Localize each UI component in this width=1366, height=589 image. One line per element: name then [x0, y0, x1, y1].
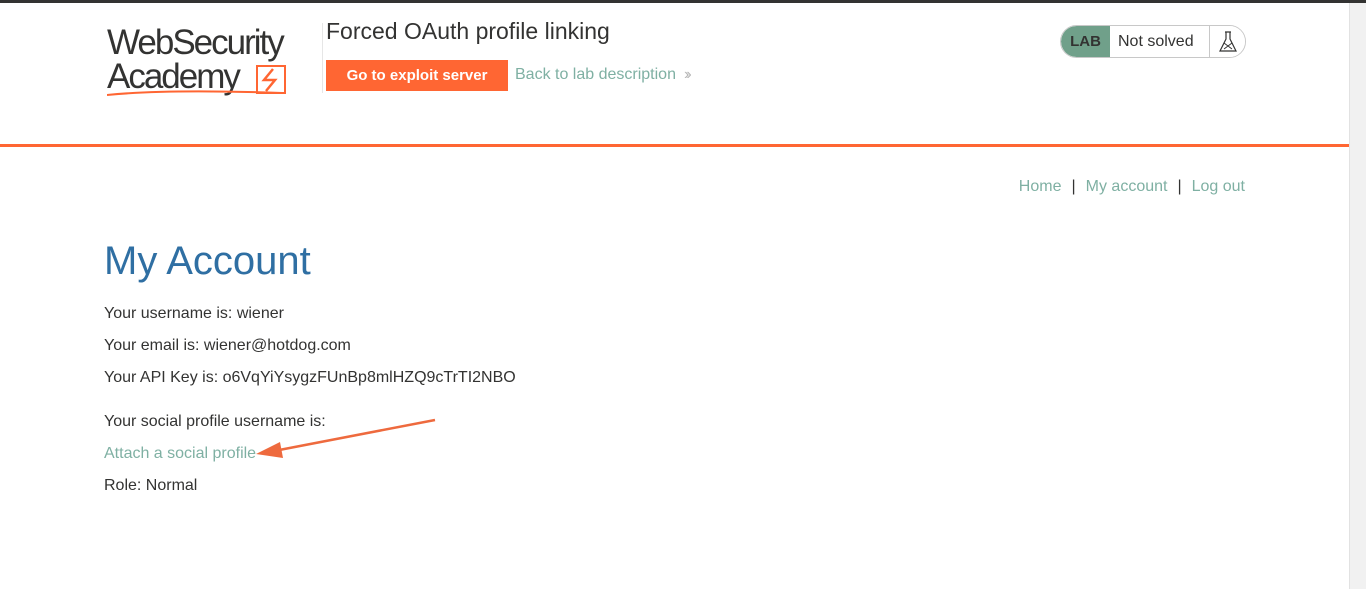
header: WebSecurity Academy Forced OAuth profile… [0, 3, 1349, 145]
lab-badge: LAB [1061, 26, 1110, 57]
username-info: Your username is: wiener [104, 305, 284, 322]
double-chevron-right-icon: ›› [683, 66, 691, 83]
nav-home-link[interactable]: Home [1019, 178, 1062, 196]
header-divider [322, 23, 323, 93]
flask-icon [1209, 26, 1245, 57]
page-title: My Account [104, 239, 311, 283]
header-orange-rule [0, 144, 1349, 147]
logo[interactable]: WebSecurity Academy [107, 23, 307, 101]
nav-separator: | [1071, 178, 1076, 195]
lab-title: Forced OAuth profile linking [326, 18, 610, 44]
back-to-lab-description-link[interactable]: Back to lab description ›› [515, 66, 691, 84]
nav-my-account-link[interactable]: My account [1086, 178, 1168, 196]
attach-social-profile-link[interactable]: Attach a social profile [104, 445, 256, 463]
logo-lightning-icon [107, 65, 286, 96]
scrollbar[interactable] [1349, 3, 1366, 589]
api-key-info: Your API Key is: o6VqYiYsygzFUnBp8mlHZQ9… [104, 369, 516, 386]
nav-separator: | [1177, 178, 1182, 195]
nav-logout-link[interactable]: Log out [1192, 178, 1245, 196]
annotation-arrow-icon [256, 418, 436, 458]
lab-status-text: Not solved [1110, 26, 1209, 57]
role-info: Role: Normal [104, 477, 198, 494]
back-link-label: Back to lab description [515, 66, 676, 83]
lab-status-widget: LAB Not solved [1060, 25, 1246, 58]
email-info: Your email is: wiener@hotdog.com [104, 337, 351, 354]
top-nav: Home | My account | Log out [1019, 178, 1245, 196]
exploit-server-button[interactable]: Go to exploit server [326, 60, 508, 91]
